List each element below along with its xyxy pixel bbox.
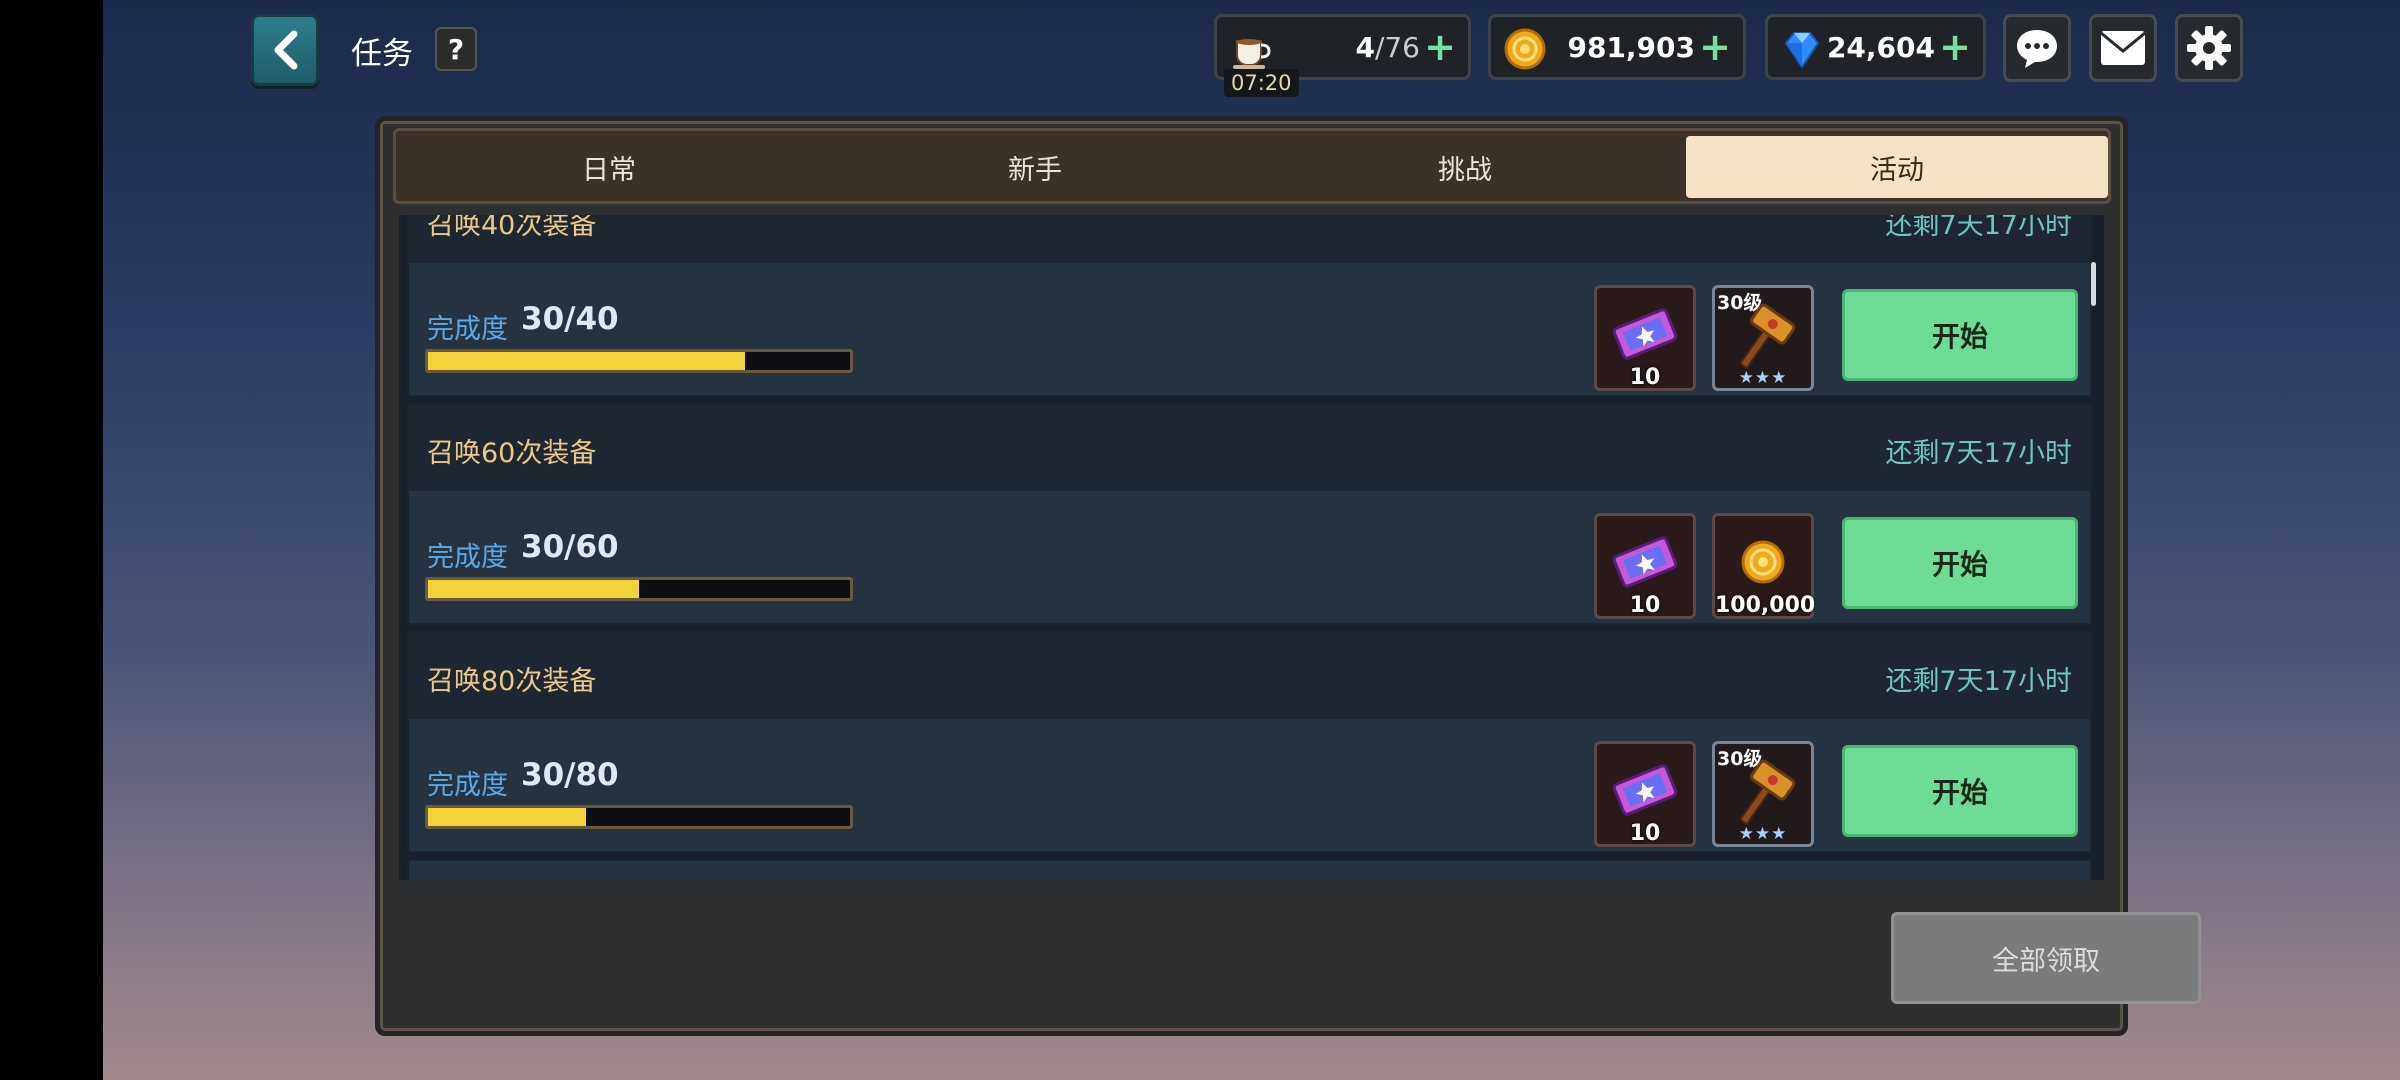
gem-counter: 24,604 +	[1765, 14, 1986, 80]
task-header	[409, 633, 2090, 719]
task-item: 召唤40次装备 还剩7天17小时 完成度 30/40 10 30级 ★★★ 开始	[407, 215, 2092, 397]
progress-bar	[425, 805, 853, 829]
gold-coin-icon	[1504, 28, 1546, 70]
add-stamina-button[interactable]: +	[1424, 27, 1456, 67]
tab-daily[interactable]: 日常	[404, 136, 814, 198]
chevron-left-icon	[274, 30, 298, 70]
task-header	[409, 215, 2090, 263]
progress-label: 完成度	[427, 542, 508, 573]
task-item: 召唤80次装备 还剩7天17小时 完成度 30/80 10 30级 ★★★ 开始	[407, 631, 2092, 853]
reward-count: 10	[1629, 821, 1661, 846]
stamina-max: /76	[1374, 31, 1420, 64]
gold-counter: 981,903 +	[1488, 14, 1746, 80]
progress-bar	[425, 577, 853, 601]
reward-stars: ★★★	[1738, 368, 1788, 388]
task-time-left: 还剩7天17小时	[1885, 438, 2072, 469]
task-list[interactable]: 召唤40次装备 还剩7天17小时 完成度 30/40 10 30级 ★★★ 开始…	[399, 215, 2104, 880]
gold-value: 981,903	[1567, 31, 1695, 64]
chat-button[interactable]	[2003, 14, 2071, 82]
tab-event[interactable]: 活动	[1686, 136, 2108, 198]
tab-newbie[interactable]: 新手	[830, 136, 1240, 198]
claim-all-button[interactable]: 全部领取	[1891, 912, 2201, 1004]
progress-label: 完成度	[427, 314, 508, 345]
envelope-icon	[2100, 31, 2146, 65]
reward-count: 10	[1629, 365, 1661, 390]
task-item	[407, 859, 2092, 880]
progress-label: 完成度	[427, 770, 508, 801]
game-screen: 任务 ? 4/76 + 07:20 981,903 + 24,604 + 日常 …	[103, 0, 2400, 1080]
back-button[interactable]	[251, 14, 319, 86]
mail-button[interactable]	[2089, 14, 2157, 82]
summon-ticket-icon	[1612, 764, 1678, 816]
gem-value: 24,604	[1826, 31, 1935, 64]
reward-hammer[interactable]: 30级 ★★★	[1712, 741, 1814, 847]
chat-bubble-icon	[2017, 30, 2057, 68]
progress-value: 30/60	[521, 529, 619, 565]
gold-coin-icon	[1741, 540, 1785, 584]
progress-bar	[425, 349, 853, 373]
gear-icon	[2187, 26, 2231, 70]
settings-button[interactable]	[2175, 14, 2243, 82]
task-time-left: 还剩7天17小时	[1885, 666, 2072, 697]
summon-ticket-icon	[1612, 536, 1678, 588]
hammer-icon	[1740, 759, 1796, 825]
task-tabs: 日常 新手 挑战 活动	[393, 128, 2111, 204]
reward-count: 10	[1629, 593, 1661, 618]
coffee-cup-icon	[1233, 39, 1271, 69]
reward-summon-ticket[interactable]: 10	[1594, 741, 1696, 847]
page-title: 任务	[351, 36, 413, 72]
help-button[interactable]: ?	[435, 27, 477, 71]
hammer-icon	[1740, 303, 1796, 369]
reward-count: 100,000	[1715, 593, 1816, 618]
progress-bar-fill	[428, 808, 587, 826]
progress-value: 30/40	[521, 301, 619, 337]
add-gems-button[interactable]: +	[1939, 27, 1971, 67]
task-name: 召唤40次装备	[427, 215, 597, 241]
stamina-current: 4	[1355, 31, 1375, 64]
task-name: 召唤80次装备	[427, 666, 597, 697]
reward-stars: ★★★	[1738, 824, 1788, 844]
task-time-left: 还剩7天17小时	[1885, 215, 2072, 241]
stamina-timer: 07:20	[1224, 69, 1299, 97]
progress-value: 30/80	[521, 757, 619, 793]
reward-gold-coin[interactable]: 100,000	[1712, 513, 1816, 619]
start-button[interactable]: 开始	[1842, 289, 2078, 381]
task-item: 召唤60次装备 还剩7天17小时 完成度 30/60 10 100,000 开始	[407, 403, 2092, 625]
task-name: 召唤60次装备	[427, 438, 597, 469]
tab-challenge[interactable]: 挑战	[1260, 136, 1670, 198]
stamina-counter: 4/76 + 07:20	[1214, 14, 1471, 97]
start-button[interactable]: 开始	[1842, 745, 2078, 837]
reward-hammer[interactable]: 30级 ★★★	[1712, 285, 1814, 391]
reward-summon-ticket[interactable]: 10	[1594, 285, 1696, 391]
summon-ticket-icon	[1612, 308, 1678, 360]
reward-summon-ticket[interactable]: 10	[1594, 513, 1696, 619]
progress-bar-fill	[428, 352, 745, 370]
list-scrollbar[interactable]	[2091, 262, 2096, 306]
progress-bar-fill	[428, 580, 639, 598]
blue-diamond-icon	[1784, 32, 1820, 69]
add-gold-button[interactable]: +	[1699, 27, 1731, 67]
task-header	[409, 405, 2090, 491]
start-button[interactable]: 开始	[1842, 517, 2078, 609]
